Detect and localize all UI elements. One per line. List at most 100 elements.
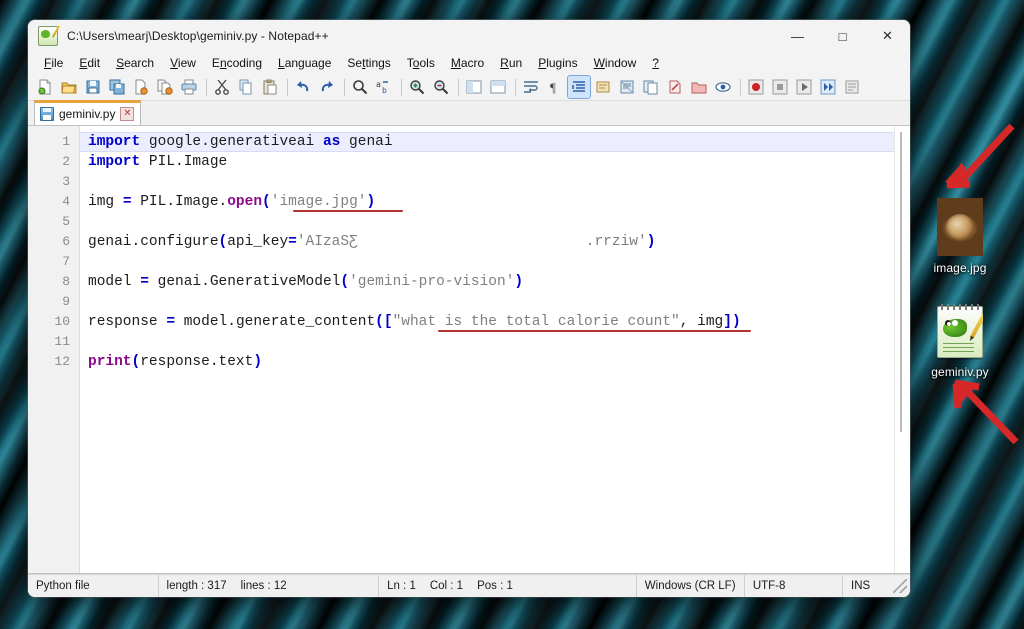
status-eol-format: Windows (CR LF) — [637, 575, 745, 597]
line-number: 4 — [62, 194, 70, 209]
save-all-icon[interactable] — [106, 76, 128, 98]
zoom-out-icon[interactable] — [430, 76, 452, 98]
svg-text:¶: ¶ — [550, 80, 556, 95]
token-assign: = — [122, 194, 132, 210]
annotation-underline-prompt — [438, 330, 751, 332]
menu-item-encoding[interactable]: Encoding — [204, 54, 270, 73]
token-var-response: response — [88, 314, 167, 330]
image-jpg-thumbnail — [937, 198, 983, 256]
menu-item-file[interactable]: File — [36, 54, 71, 73]
window-titlebar[interactable]: C:\Users\mearj\Desktop\geminiv.py - Note… — [28, 20, 910, 52]
desktop-icon-geminiv-py[interactable]: geminiv.py — [912, 302, 1008, 379]
menu-item-search[interactable]: Search — [108, 54, 162, 73]
annotation-underline-image-jpg — [293, 210, 403, 212]
macro-save-icon[interactable] — [841, 76, 863, 98]
token-assign: = — [166, 314, 176, 330]
indent-guide-icon[interactable] — [567, 75, 591, 99]
token-import: import — [88, 134, 141, 150]
desktop-icon-image-jpg[interactable]: image.jpg — [912, 198, 1008, 275]
close-button[interactable]: ✕ — [865, 20, 910, 52]
toolbar-separator — [515, 78, 516, 96]
paste-icon[interactable] — [259, 76, 281, 98]
function-list-icon[interactable] — [640, 76, 662, 98]
window-title: C:\Users\mearj\Desktop\geminiv.py - Note… — [67, 29, 329, 43]
find-icon[interactable] — [349, 76, 371, 98]
print-icon[interactable] — [178, 76, 200, 98]
macro-stop-icon[interactable] — [769, 76, 791, 98]
zoom-in-icon[interactable] — [406, 76, 428, 98]
copy-icon[interactable] — [235, 76, 257, 98]
status-encoding: UTF-8 — [745, 575, 844, 597]
doc-switcher-icon[interactable] — [664, 76, 686, 98]
token-rparen: ) — [646, 234, 656, 250]
line-number: 11 — [54, 334, 70, 349]
sync-vertical-icon[interactable] — [463, 76, 485, 98]
document-tab-label: geminiv.py — [59, 107, 116, 121]
folder-workspace-icon[interactable] — [688, 76, 710, 98]
code-line-10: response = model.generate_content(["what… — [88, 312, 910, 332]
menu-item-tools[interactable]: Tools — [399, 54, 443, 73]
save-state-icon — [40, 107, 54, 121]
line-number: 2 — [62, 154, 70, 169]
token-assign: = — [288, 234, 297, 250]
token-rparen: ) — [366, 194, 376, 210]
toolbar-separator — [740, 78, 741, 96]
user-lang-icon[interactable] — [592, 76, 614, 98]
editor-area[interactable]: 1 2 3 4 5 6 7 8 9 10 11 12 import google… — [28, 126, 910, 574]
close-icon[interactable]: ✕ — [120, 107, 135, 121]
code-text[interactable]: import google.generativeai as genai impo… — [80, 126, 910, 573]
save-icon[interactable] — [82, 76, 104, 98]
document-tab-geminiv-py[interactable]: geminiv.py ✕ — [34, 100, 142, 125]
token-genai-configure: genai.configure — [88, 234, 219, 250]
token-string-image-jpg: 'image.jpg' — [270, 194, 367, 210]
macro-play-icon[interactable] — [793, 76, 815, 98]
menu-item-settings[interactable]: Settings — [339, 54, 398, 73]
menu-item-help[interactable]: ? — [644, 54, 667, 73]
word-wrap-icon[interactable] — [520, 76, 542, 98]
doc-map-icon[interactable] — [616, 76, 638, 98]
api-key-redaction — [358, 232, 586, 252]
replace-icon[interactable]: ab — [373, 76, 395, 98]
close-all-icon[interactable] — [154, 76, 176, 98]
undo-icon[interactable] — [292, 76, 314, 98]
toolbar: ab ¶ — [28, 74, 910, 101]
statusbar: Python file length : 317 lines : 12 Ln :… — [28, 574, 910, 597]
redo-icon[interactable] — [316, 76, 338, 98]
menu-item-run[interactable]: Run — [492, 54, 530, 73]
token-lparen: ( — [262, 194, 271, 210]
close-file-icon[interactable] — [130, 76, 152, 98]
status-length-lines: length : 317 lines : 12 — [159, 575, 380, 597]
toolbar-separator — [287, 78, 288, 96]
notepad-plus-plus-window: C:\Users\mearj\Desktop\geminiv.py - Note… — [28, 20, 910, 597]
resize-grip[interactable] — [893, 579, 907, 593]
status-file-type: Python file — [28, 575, 159, 597]
sync-horizontal-icon[interactable] — [487, 76, 509, 98]
show-all-chars-icon[interactable]: ¶ — [544, 76, 566, 98]
token-rparen: ) — [253, 354, 263, 370]
minimize-button[interactable]: — — [775, 20, 820, 52]
monitoring-eye-icon[interactable] — [712, 76, 734, 98]
menu-item-edit[interactable]: Edit — [71, 54, 108, 73]
menu-item-view[interactable]: View — [162, 54, 204, 73]
maximize-button[interactable]: □ — [820, 20, 865, 52]
scrollbar-thumb[interactable] — [900, 132, 902, 432]
token-rparen: ) — [514, 274, 524, 290]
token-alias: genai — [340, 134, 393, 150]
new-file-icon[interactable] — [34, 76, 56, 98]
status-length: length : 317 — [166, 580, 227, 592]
menu-item-language[interactable]: Language — [270, 54, 339, 73]
menu-item-window[interactable]: Window — [586, 54, 645, 73]
cut-icon[interactable] — [211, 76, 233, 98]
open-file-icon[interactable] — [58, 76, 80, 98]
menu-item-macro[interactable]: Macro — [443, 54, 492, 73]
token-rbracket: ]) — [723, 314, 741, 330]
macro-playmany-icon[interactable] — [817, 76, 839, 98]
macro-record-icon[interactable] — [745, 76, 767, 98]
editor-vertical-scrollbar[interactable] — [894, 126, 910, 573]
status-pos: Pos : 1 — [477, 580, 513, 592]
menu-item-plugins[interactable]: Plugins — [530, 54, 585, 73]
token-api-key-head: 'AIzaSƸ — [296, 234, 358, 250]
svg-text:a: a — [376, 80, 381, 89]
